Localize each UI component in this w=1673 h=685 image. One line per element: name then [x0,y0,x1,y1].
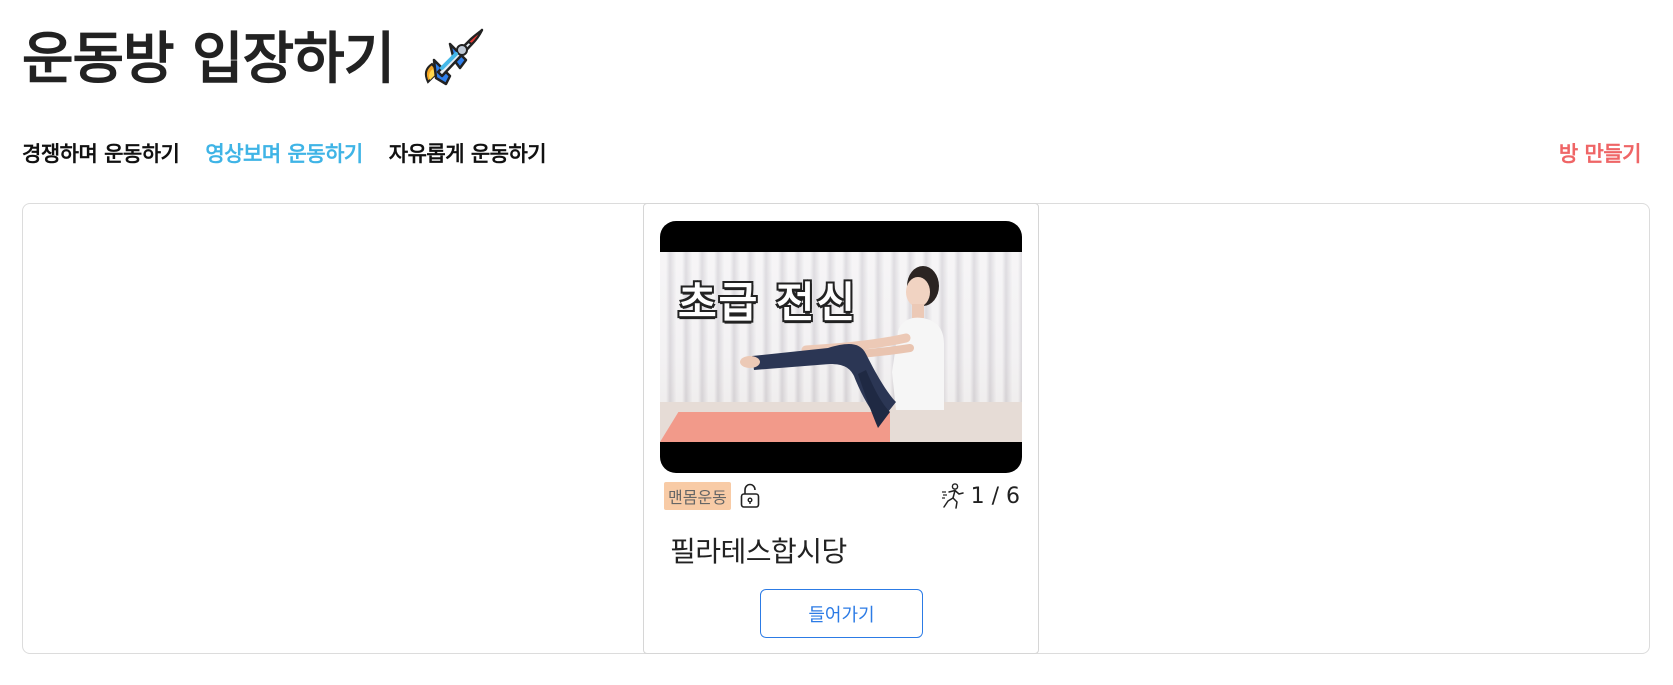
rocket-icon [414,24,486,96]
enter-room-button[interactable]: 들어가기 [760,589,923,638]
room-name: 필라테스합시당 [670,535,847,568]
participant-count: 1 / 6 [941,483,1020,509]
category-badge: 맨몸운동 [664,482,731,510]
thumbnail-caption: 초급 전신 [678,278,858,327]
tab-competitive[interactable]: 경쟁하며 운동하기 [22,138,180,168]
room-meta: 맨몸운동 1 / 6 [664,481,1020,511]
room-thumbnail[interactable]: 초급 전신 [660,221,1022,473]
tab-free[interactable]: 자유롭게 운동하기 [389,138,547,168]
runner-icon [941,483,965,509]
tab-video[interactable]: 영상보며 운동하기 [205,138,363,168]
page-header: 운동방 입장하기 [22,24,486,96]
unlock-icon [739,483,761,509]
room-card: 초급 전신 맨몸운동 1 / 6 필라테스합시당 들어가기 [643,203,1039,654]
create-room-link[interactable]: 방 만들기 [1559,138,1642,168]
participant-count-text: 1 / 6 [970,483,1020,509]
page-title: 운동방 입장하기 [22,27,395,92]
room-type-tabs: 경쟁하며 운동하기 영상보며 운동하기 자유롭게 운동하기 [22,138,547,168]
